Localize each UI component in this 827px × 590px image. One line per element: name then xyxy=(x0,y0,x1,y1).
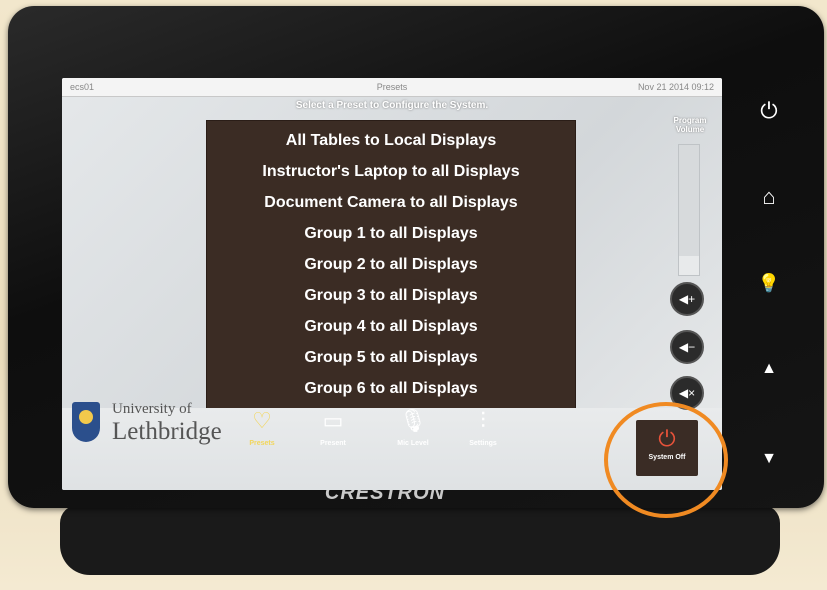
power-icon[interactable]: ⏻ xyxy=(752,94,786,128)
nav-label: Present xyxy=(320,440,346,447)
preset-list: All Tables to Local Displays Instructor'… xyxy=(206,120,576,409)
volume-up-button[interactable]: ◀+ xyxy=(670,282,704,316)
preset-item[interactable]: Instructor's Laptop to all Displays xyxy=(207,156,575,187)
nav-settings[interactable]: ⫶ Settings xyxy=(448,406,518,460)
preset-item[interactable]: Group 1 to all Displays xyxy=(207,218,575,249)
lightbulb-icon[interactable]: 💡 xyxy=(752,266,786,300)
preset-item[interactable]: Group 3 to all Displays xyxy=(207,280,575,311)
highlight-circle xyxy=(604,402,728,518)
logo-line-2: Lethbridge xyxy=(112,418,222,445)
nav-presets[interactable]: ♡ Presets xyxy=(227,406,297,460)
nav-present[interactable]: ▭ Present xyxy=(298,406,368,460)
preset-item[interactable]: Document Camera to all Displays xyxy=(207,187,575,218)
home-icon[interactable]: ⌂ xyxy=(752,180,786,214)
preset-item[interactable]: All Tables to Local Displays xyxy=(207,125,575,156)
volume-slider[interactable] xyxy=(678,144,700,276)
up-arrow-icon[interactable]: ▲ xyxy=(752,352,786,386)
nav-label: Mic Level xyxy=(397,440,429,447)
sliders-icon: ⫶ xyxy=(480,408,486,433)
status-bar: ecs01 Presets Nov 21 2014 09:12 xyxy=(62,78,722,97)
datetime: Nov 21 2014 09:12 xyxy=(637,82,714,92)
volume-fill xyxy=(679,255,699,275)
preset-item[interactable]: Group 6 to all Displays xyxy=(207,373,575,404)
volume-label: Program Volume xyxy=(673,116,707,134)
preset-item[interactable]: Group 4 to all Displays xyxy=(207,311,575,342)
heart-icon: ♡ xyxy=(252,408,272,433)
display-icon: ▭ xyxy=(322,408,344,433)
volume-down-button[interactable]: ◀− xyxy=(670,330,704,364)
down-arrow-icon[interactable]: ▼ xyxy=(752,442,786,476)
preset-item[interactable]: Group 2 to all Displays xyxy=(207,249,575,280)
instruction-text: Select a Preset to Configure the System. xyxy=(295,100,489,111)
nav-mic-level[interactable]: 🎙 Mic Level xyxy=(378,406,448,460)
nav-label: Presets xyxy=(249,440,275,447)
shield-icon xyxy=(72,402,100,442)
nav-label: Settings xyxy=(469,440,497,447)
microphone-icon: 🎙 xyxy=(399,408,427,433)
page-title: Presets xyxy=(376,82,408,92)
preset-item[interactable]: Group 5 to all Displays xyxy=(207,342,575,373)
university-logo: University of Lethbridge xyxy=(68,396,228,456)
logo-line-1: University of xyxy=(112,401,192,417)
